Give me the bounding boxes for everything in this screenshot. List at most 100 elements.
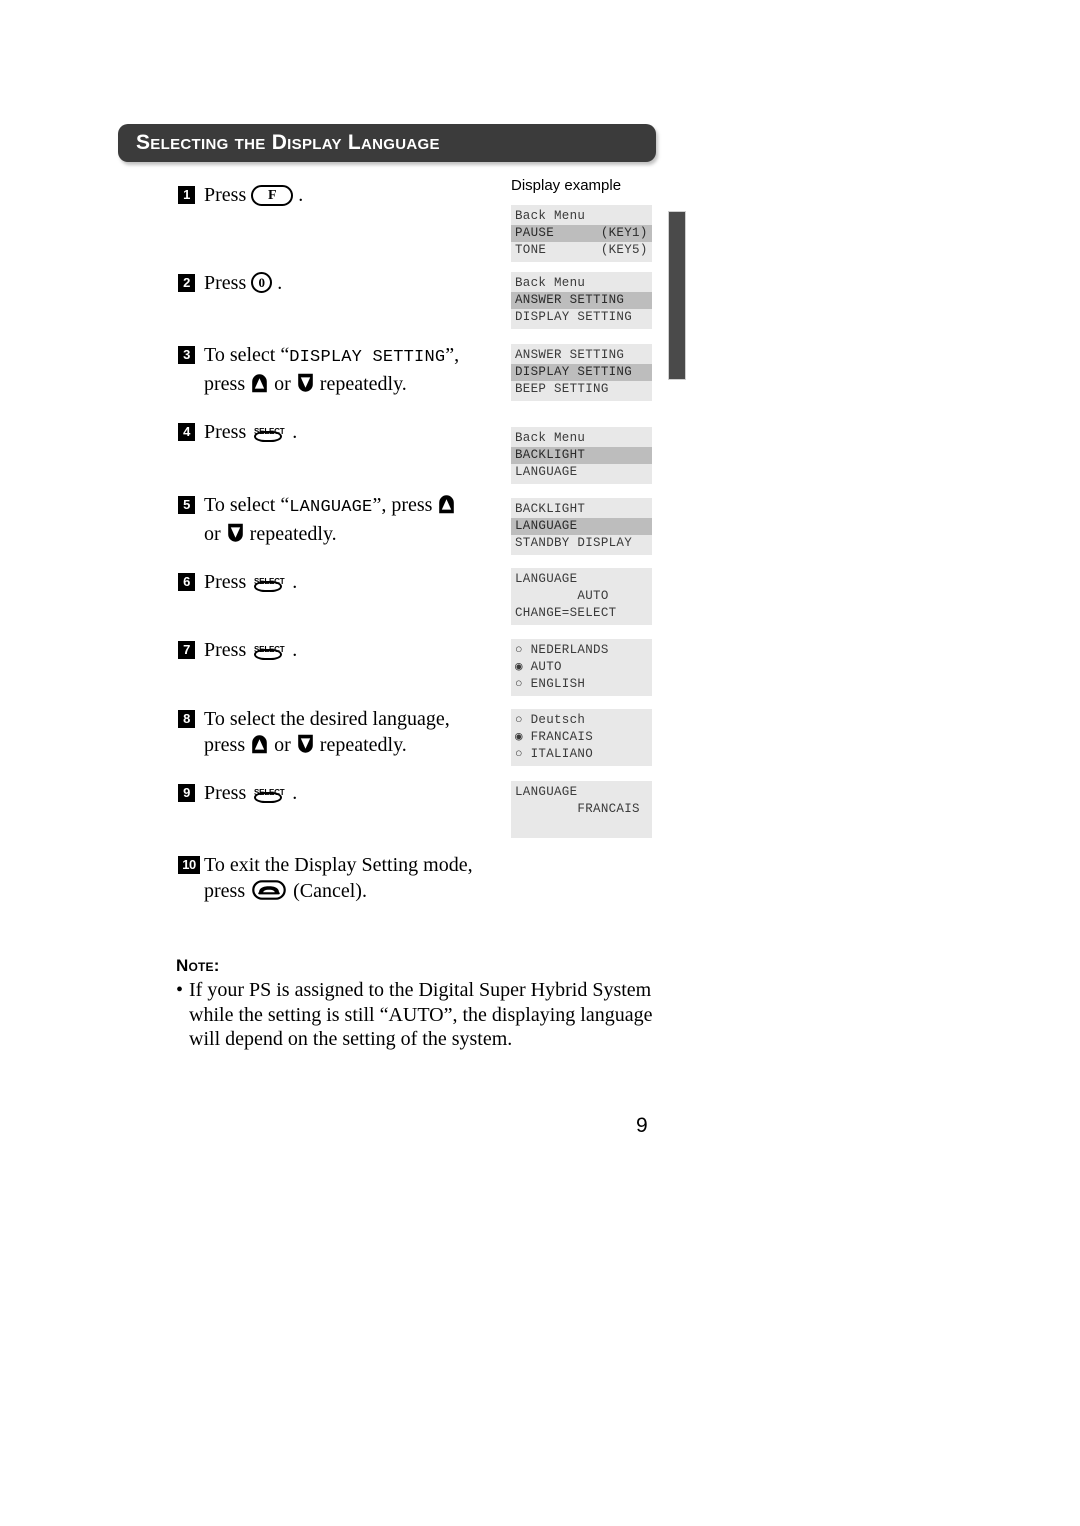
page-title: Selecting the Display Language: [136, 131, 440, 154]
lcd-line: TONE (KEY5): [515, 243, 648, 257]
page-number: 9: [636, 1114, 648, 1137]
lcd-line-selected: DISPLAY SETTING: [511, 364, 652, 381]
step-text-press: press: [204, 373, 246, 395]
step-body: To exit the Display Setting mode, press …: [204, 852, 508, 904]
step-text-before: Press: [204, 639, 247, 661]
display-example-caption: Display example: [511, 177, 622, 194]
display-item-name: DISPLAY SETTING: [289, 348, 446, 367]
select-key-oval: [254, 649, 283, 660]
step-text-before: To select “: [204, 494, 290, 516]
step-text-after: repeatedly.: [249, 523, 337, 545]
select-key-icon: SELECT: [252, 570, 286, 592]
note-item: • If your PS is assigned to the Digital …: [176, 978, 676, 1052]
step-text-press: press: [204, 734, 246, 756]
lcd-radio-option: ○ ENGLISH: [515, 677, 586, 691]
step-text-before: To select “: [204, 344, 290, 366]
lcd-radio-option: ○ NEDERLANDS: [515, 643, 609, 657]
lcd-line: DISPLAY SETTING: [515, 310, 633, 324]
lcd-radio-option-selected: ◉ FRANCAIS: [515, 730, 594, 744]
step-2: 2 Press 0 .: [178, 270, 508, 296]
step-number: 2: [178, 274, 195, 292]
note-title: Note:: [176, 956, 220, 975]
lcd-line: BACKLIGHT: [515, 502, 586, 516]
step-text-before: Press: [204, 571, 247, 593]
step-3: 3 To select “DISPLAY SETTING”, press or: [178, 342, 508, 397]
lcd-line: ANSWER SETTING: [515, 348, 625, 362]
section-header-banner: Selecting the Display Language: [118, 124, 656, 162]
step-text-after: ”, press: [372, 494, 433, 516]
lcd-line-value: AUTO: [515, 589, 609, 603]
lcd-panel-2: Back Menu ANSWER SETTING DISPLAY SETTING: [511, 272, 652, 329]
step-text-after: (Cancel).: [293, 880, 367, 902]
step-6: 6 Press SELECT .: [178, 569, 508, 595]
step-text-after: .: [298, 184, 304, 206]
lcd-radio-option: ○ ITALIANO: [515, 747, 594, 761]
arrow-down-icon: [227, 523, 244, 543]
step-text-before: Press: [204, 184, 247, 206]
arrow-down-icon: [297, 734, 314, 754]
thumb-index-tab: [668, 211, 686, 380]
note-body: If your PS is assigned to the Digital Su…: [189, 979, 653, 1050]
step-body: To select “LANGUAGE”, press or repeatedl…: [204, 492, 508, 547]
lcd-line: [511, 818, 652, 835]
lcd-panel-4: Back Menu BACKLIGHT LANGUAGE: [511, 427, 652, 484]
step-text-after: ”,: [445, 344, 460, 366]
step-number: 4: [178, 423, 195, 441]
lcd-line-selected: ANSWER SETTING: [511, 292, 652, 309]
lcd-panel-5: BACKLIGHT LANGUAGE STANDBY DISPLAY: [511, 498, 652, 555]
instruction-steps-list: 1 Press F . 2 Press 0 . 3 To select “DIS…: [178, 182, 508, 904]
step-body: Press SELECT .: [204, 637, 508, 663]
step-10: 10 To exit the Display Setting mode, pre…: [178, 852, 508, 904]
lcd-panel-6: LANGUAGE AUTO CHANGE=SELECT: [511, 568, 652, 625]
lcd-panel-1: Back Menu PAUSE (KEY1) TONE (KEY5): [511, 205, 652, 262]
lcd-line-selected: BACKLIGHT: [511, 447, 652, 464]
step-text-or: or: [274, 734, 291, 756]
step-text-after: .: [292, 421, 298, 443]
step-body: Press F .: [204, 182, 508, 208]
step-8: 8 To select the desired language, press …: [178, 706, 508, 758]
select-key-icon: SELECT: [252, 781, 286, 803]
lcd-line-hint: CHANGE=SELECT: [515, 606, 617, 620]
key-f-icon: F: [251, 185, 294, 206]
lcd-panel-7: ○ NEDERLANDS ◉ AUTO ○ ENGLISH: [511, 639, 652, 696]
select-key-icon: SELECT: [252, 638, 286, 660]
step-number: 9: [178, 784, 195, 802]
lcd-panel-3: ANSWER SETTING DISPLAY SETTING BEEP SETT…: [511, 344, 652, 401]
note-section: Note: • If your PS is assigned to the Di…: [176, 956, 676, 1052]
step-text-before: Press: [204, 272, 247, 294]
lcd-line: STANDBY DISPLAY: [515, 536, 633, 550]
step-body: Press SELECT .: [204, 780, 508, 806]
lcd-line: LANGUAGE: [515, 785, 578, 799]
step-number: 6: [178, 573, 195, 591]
step-number: 3: [178, 346, 195, 364]
lcd-panel-9: LANGUAGE FRANCAIS: [511, 781, 652, 838]
lcd-line-selected: PAUSE (KEY1): [511, 225, 652, 242]
lcd-line: LANGUAGE: [515, 465, 578, 479]
arrow-up-icon: [438, 494, 455, 514]
step-9: 9 Press SELECT .: [178, 780, 508, 806]
step-text-press: press: [204, 880, 246, 902]
arrow-up-icon: [251, 373, 268, 393]
select-key-oval: [254, 792, 283, 803]
step-body: To select “DISPLAY SETTING”, press or re…: [204, 342, 508, 397]
step-number: 7: [178, 641, 195, 659]
step-body: To select the desired language, press or…: [204, 706, 508, 758]
step-text-line1: To select the desired language,: [204, 708, 450, 730]
step-text-after: repeatedly.: [319, 373, 407, 395]
step-number: 8: [178, 710, 195, 728]
key-zero-icon: 0: [251, 272, 273, 293]
lcd-radio-option: ○ Deutsch: [515, 713, 586, 727]
step-text-after: repeatedly.: [319, 734, 407, 756]
cancel-key-icon: [252, 880, 286, 900]
step-number: 10: [178, 856, 200, 874]
step-text-after: .: [292, 571, 298, 593]
lcd-line: Back Menu: [515, 276, 586, 290]
step-text-or: or: [204, 523, 221, 545]
step-text-after: .: [277, 272, 283, 294]
arrow-down-icon: [297, 373, 314, 393]
step-5: 5 To select “LANGUAGE”, press or repeate…: [178, 492, 508, 547]
select-key-icon: SELECT: [252, 420, 286, 442]
lcd-line-selected: LANGUAGE: [511, 518, 652, 535]
lcd-line-value: FRANCAIS: [515, 802, 640, 816]
step-number: 1: [178, 186, 195, 204]
